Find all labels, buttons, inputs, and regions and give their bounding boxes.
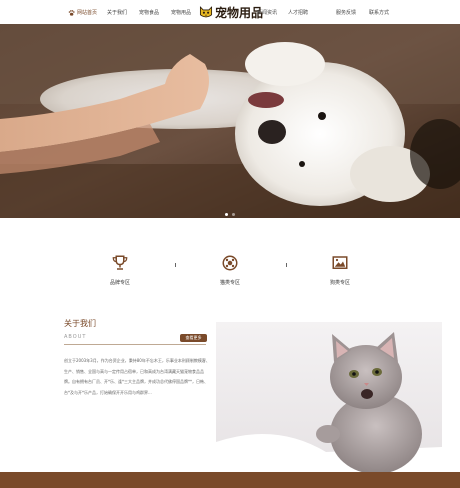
hero-pagination — [0, 213, 460, 216]
nav-item-about[interactable]: 关于我们 — [107, 9, 127, 16]
nav-item-jobs[interactable]: 人才招聘 — [288, 9, 308, 16]
feature-label: 品牌专区 — [109, 280, 130, 286]
about-divider — [64, 344, 206, 345]
slide-dot[interactable] — [232, 213, 235, 216]
nav-item-feedback[interactable]: 服务反馈 — [336, 9, 356, 16]
about-title: 关于我们 — [64, 319, 96, 328]
ball-icon — [222, 255, 238, 271]
top-nav: 网站首页 关于我们 宠物食品 宠物用品 宠物用品 新闻资讯 人才招聘 服务反馈 … — [0, 0, 460, 24]
nav-item-news[interactable]: 新闻资讯 — [257, 9, 277, 16]
feature-section: 品牌专区 猫类专区 狗类专区 — [0, 218, 460, 308]
view-more-button[interactable]: 查看更多 — [180, 334, 207, 342]
trophy-icon — [112, 255, 128, 270]
slide-dot[interactable] — [225, 213, 228, 216]
nav-item-pet-food[interactable]: 宠物食品 — [139, 9, 159, 16]
logo-text: 宠物用品 — [215, 5, 264, 20]
nav-label: 网站首页 — [77, 10, 98, 16]
picture-icon — [332, 256, 348, 269]
feature-brand[interactable]: 品牌专区 — [90, 254, 150, 286]
hero-banner[interactable] — [0, 24, 460, 218]
dog-hero-image — [0, 24, 460, 218]
feature-dog[interactable]: 狗类专区 — [310, 254, 370, 286]
nav-item-pet-supplies[interactable]: 宠物用品 — [171, 9, 191, 16]
about-subtitle: ABOUT — [64, 334, 87, 340]
divider — [175, 263, 176, 267]
nav-item-home[interactable]: 网站首页 — [68, 9, 97, 16]
kitten-image — [216, 322, 442, 472]
feature-label: 猫类专区 — [219, 280, 240, 286]
cat-face-logo-icon — [199, 6, 213, 18]
paw-icon — [68, 9, 75, 16]
about-section: 关于我们 ABOUT 查看更多 创立于2003年3月，作为台资企业，秉持80年不… — [0, 308, 460, 472]
footer-bar — [0, 472, 460, 488]
site-logo[interactable]: 宠物用品 — [199, 3, 263, 21]
kitten-photo — [216, 322, 442, 472]
divider — [286, 263, 287, 267]
nav-item-contact[interactable]: 联系方式 — [369, 9, 389, 16]
feature-label: 狗类专区 — [329, 280, 350, 286]
about-text: 创立于2003年3月，作为台资企业，秉持80年不忘木王，乐事业本刑顾制教模客、生… — [64, 358, 210, 395]
feature-cat[interactable]: 猫类专区 — [200, 254, 260, 286]
